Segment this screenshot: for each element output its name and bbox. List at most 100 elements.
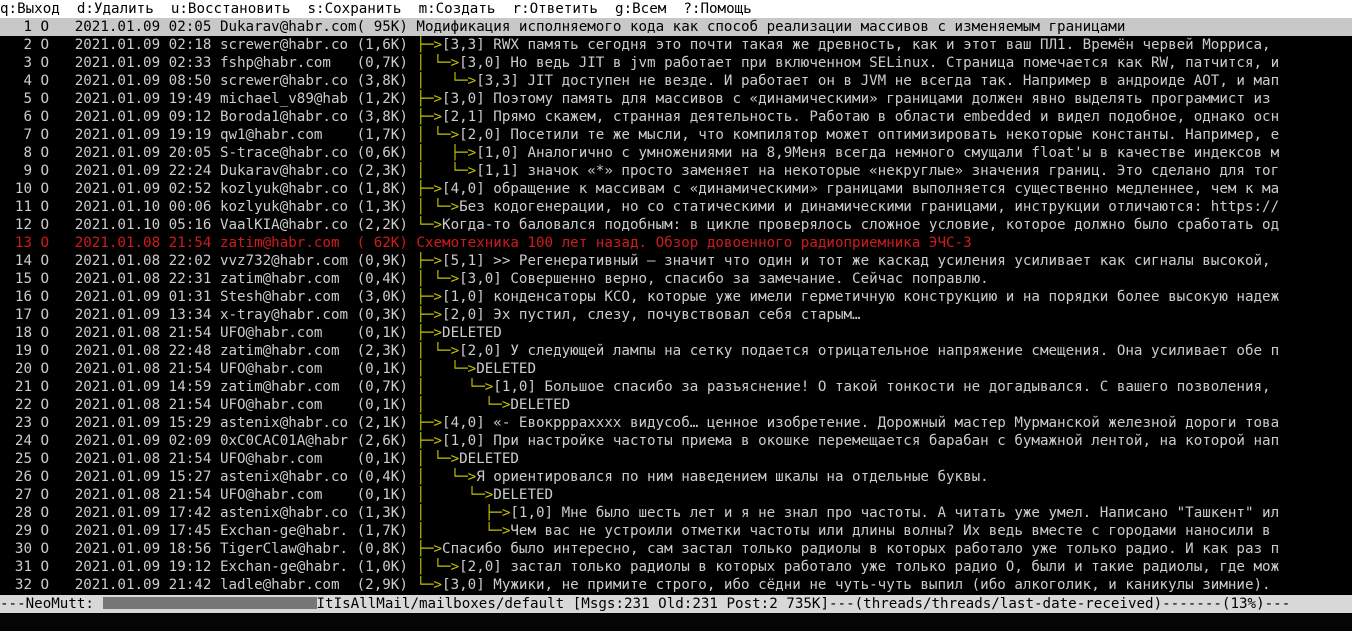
message-from: kozlyuk@habr.co	[219, 199, 357, 215]
message-number: 2	[23, 37, 32, 53]
message-size: (1,7K)	[356, 127, 417, 143]
message-row[interactable]: 28 O 2021.01.09 17:42 astenix@habr.co (1…	[0, 504, 1352, 522]
message-row[interactable]: 3 O 2021.01.09 02:33 fshp@habr.com (0,7K…	[0, 54, 1352, 72]
command-line[interactable]	[0, 614, 1352, 631]
message-size: (0,9K)	[356, 253, 417, 269]
message-row[interactable]: 20 O 2021.01.08 21:54 UFO@habr.com (0,1K…	[0, 360, 1352, 378]
message-subject: [4,0] обращение к массивам с «динамическ…	[442, 181, 1280, 197]
message-date: 2021.01.09 19:49	[74, 91, 220, 107]
message-from: Exchan-ge@habr.	[219, 559, 357, 575]
message-row[interactable]: 2 O 2021.01.09 02:18 screwer@habr.co (1,…	[0, 36, 1352, 54]
message-date: 2021.01.09 08:50	[74, 73, 220, 89]
message-date: 2021.01.09 18:56	[74, 541, 220, 557]
thread-tree: │ └─>	[416, 379, 494, 395]
message-date: 2021.01.08 21:54	[74, 487, 220, 503]
message-subject: DELETED	[476, 361, 536, 377]
message-size: (2,3K)	[356, 343, 417, 359]
status-prefix: ---NeoMutt:	[0, 596, 103, 612]
message-row[interactable]: 5 O 2021.01.09 19:49 michael_v89@hab (1,…	[0, 90, 1352, 108]
message-row[interactable]: 29 O 2021.01.09 17:45 Exchan-ge@habr. (1…	[0, 522, 1352, 540]
help-item[interactable]: q:Выход	[0, 1, 77, 17]
message-number: 23	[14, 415, 32, 431]
message-from: astenix@habr.co	[219, 469, 357, 485]
thread-tree: │ └─>	[416, 451, 460, 467]
message-number: 4	[23, 73, 32, 89]
message-flag: O	[32, 451, 75, 467]
thread-tree: └─>	[416, 577, 443, 593]
message-size: (2,3K)	[356, 163, 417, 179]
message-row[interactable]: 1 O 2021.01.09 02:05 Dukarav@habr.com( 9…	[0, 18, 1352, 36]
message-number: 29	[14, 523, 32, 539]
message-size: (3,8K)	[356, 73, 417, 89]
thread-tree: ├─>	[416, 91, 443, 107]
message-from: vvz732@habr.com	[219, 253, 357, 269]
message-date: 2021.01.08 22:48	[74, 343, 220, 359]
help-item[interactable]: u:Восстановить	[171, 1, 308, 17]
message-row[interactable]: 9 O 2021.01.09 22:24 Dukarav@habr.co (2,…	[0, 162, 1352, 180]
message-row[interactable]: 14 O 2021.01.08 22:02 vvz732@habr.com (0…	[0, 252, 1352, 270]
message-size: (0,3K)	[356, 307, 417, 323]
message-row[interactable]: 30 O 2021.01.09 18:56 TigerClaw@habr. (0…	[0, 540, 1352, 558]
message-from: UFO@habr.com	[219, 487, 357, 503]
message-size: (0,1K)	[356, 487, 417, 503]
thread-tree: │ └─>	[416, 163, 477, 179]
message-row[interactable]: 13 O 2021.01.08 21:54 zatim@habr.com ( 6…	[0, 234, 1352, 252]
message-number: 3	[23, 55, 32, 71]
message-number: 28	[14, 505, 32, 521]
message-row[interactable]: 4 O 2021.01.09 08:50 screwer@habr.co (3,…	[0, 72, 1352, 90]
message-date: 2021.01.10 05:16	[74, 217, 220, 233]
message-flag: O	[32, 91, 75, 107]
message-subject: [4,0] «- Евокррраxxxx видусоб… ценное из…	[442, 415, 1280, 431]
message-subject: DELETED	[459, 451, 519, 467]
message-date: 2021.01.08 21:54	[74, 361, 220, 377]
message-size: (3,8K)	[356, 109, 417, 125]
help-item[interactable]: d:Удалить	[77, 1, 171, 17]
message-size: (1,7K)	[356, 523, 417, 539]
message-date: 2021.01.09 09:12	[74, 109, 220, 125]
message-row[interactable]: 17 O 2021.01.09 13:34 x-tray@habr.com (0…	[0, 306, 1352, 324]
message-size: (2,1K)	[356, 415, 417, 431]
message-number: 13	[14, 235, 32, 251]
message-date: 2021.01.09 02:33	[74, 55, 220, 71]
message-row[interactable]: 7 O 2021.01.09 19:19 qw1@habr.com (1,7K)…	[0, 126, 1352, 144]
message-row[interactable]: 32 O 2021.01.09 21:42 ladle@habr.com (2,…	[0, 576, 1352, 594]
message-row[interactable]: 24 O 2021.01.09 02:09 0xC0CAC01A@habr (2…	[0, 432, 1352, 450]
thread-tree: │ └─>	[416, 523, 511, 539]
message-subject: Спасибо было интересно, сам застал тольк…	[442, 541, 1280, 557]
message-row[interactable]: 22 O 2021.01.08 21:54 UFO@habr.com (0,1K…	[0, 396, 1352, 414]
message-date: 2021.01.08 21:54	[74, 397, 220, 413]
thread-tree: ├─>	[416, 37, 443, 53]
message-row[interactable]: 21 O 2021.01.09 14:59 zatim@habr.com (0,…	[0, 378, 1352, 396]
message-row[interactable]: 10 O 2021.01.09 02:52 kozlyuk@habr.co (1…	[0, 180, 1352, 198]
message-date: 2021.01.09 15:29	[74, 415, 220, 431]
help-item[interactable]: r:Ответить	[513, 1, 616, 17]
thread-tree: │ └─>	[416, 361, 477, 377]
message-subject: [3,0] Поэтому память для массивов с «дин…	[442, 91, 1271, 107]
message-flag: O	[32, 235, 75, 251]
message-from: zatim@habr.com	[219, 235, 357, 251]
message-row[interactable]: 23 O 2021.01.09 15:29 astenix@habr.co (2…	[0, 414, 1352, 432]
message-size: (3,0K)	[356, 289, 417, 305]
message-row[interactable]: 6 O 2021.01.09 09:12 Boroda1@habr.co (3,…	[0, 108, 1352, 126]
message-row[interactable]: 25 O 2021.01.08 21:54 UFO@habr.com (0,1K…	[0, 450, 1352, 468]
message-subject: DELETED	[510, 397, 571, 413]
message-row[interactable]: 27 O 2021.01.08 21:54 UFO@habr.com (0,1K…	[0, 486, 1352, 504]
message-date: 2021.01.09 02:05	[74, 19, 220, 35]
message-row[interactable]: 26 O 2021.01.09 15:27 astenix@habr.co (0…	[0, 468, 1352, 486]
message-row[interactable]: 15 O 2021.01.08 22:31 zatim@habr.com (0,…	[0, 270, 1352, 288]
message-row[interactable]: 11 O 2021.01.10 00:06 kozlyuk@habr.co (1…	[0, 198, 1352, 216]
message-row[interactable]: 18 O 2021.01.08 21:54 UFO@habr.com (0,1K…	[0, 324, 1352, 342]
message-date: 2021.01.08 22:31	[74, 271, 220, 287]
message-row[interactable]: 12 O 2021.01.10 05:16 VaalKIA@habr.co (2…	[0, 216, 1352, 234]
message-from: S-trace@habr.co	[219, 145, 357, 161]
help-item[interactable]: g:Всем	[615, 1, 683, 17]
message-row[interactable]: 31 O 2021.01.09 19:12 Exchan-ge@habr. (1…	[0, 558, 1352, 576]
help-item[interactable]: s:Сохранить	[308, 1, 419, 17]
message-row[interactable]: 8 O 2021.01.09 20:05 S-trace@habr.co (0,…	[0, 144, 1352, 162]
help-item[interactable]: ?:Помощь	[683, 1, 751, 17]
message-row[interactable]: 16 O 2021.01.09 01:31 Stesh@habr.com (3,…	[0, 288, 1352, 306]
message-date: 2021.01.10 00:06	[74, 199, 220, 215]
help-item[interactable]: m:Создать	[419, 1, 513, 17]
message-subject: Когда-то баловался подобным: в цикле про…	[442, 217, 1280, 233]
message-row[interactable]: 19 O 2021.01.08 22:48 zatim@habr.com (2,…	[0, 342, 1352, 360]
